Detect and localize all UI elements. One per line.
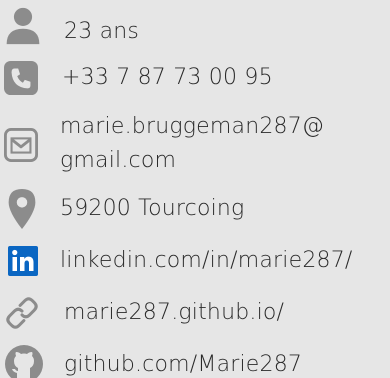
contact-linkedin-row: linkedin.com/in/marie287/ bbox=[0, 242, 390, 282]
contact-email-row: marie.bruggeman287@ gmail.com bbox=[0, 110, 390, 186]
location-text: 59200 Tourcoing bbox=[60, 196, 245, 221]
github-icon bbox=[5, 345, 43, 378]
email-line-1[interactable]: marie.bruggeman287@ bbox=[60, 110, 324, 144]
linkedin-link[interactable]: linkedin.com/in/marie287/ bbox=[60, 244, 353, 278]
link-icon bbox=[6, 297, 38, 329]
contact-github-row: github.com/Marie287 bbox=[0, 342, 390, 378]
email-line-2[interactable]: gmail.com bbox=[60, 144, 176, 178]
linkedin-icon bbox=[8, 246, 38, 276]
contact-website-row: marie287.github.io/ bbox=[0, 292, 390, 334]
github-link[interactable]: github.com/Marie287 bbox=[64, 348, 302, 378]
website-link[interactable]: marie287.github.io/ bbox=[64, 296, 284, 330]
envelope-icon bbox=[4, 128, 38, 162]
contact-phone-row: +33 7 87 73 00 95 bbox=[0, 56, 390, 100]
phone-icon bbox=[4, 61, 38, 95]
contact-age-row: 23 ans bbox=[0, 0, 390, 48]
map-pin-icon bbox=[8, 188, 36, 230]
age-text: 23 ans bbox=[64, 19, 140, 44]
person-icon bbox=[6, 7, 40, 45]
phone-number[interactable]: +33 7 87 73 00 95 bbox=[62, 61, 273, 95]
contact-location-row: 59200 Tourcoing bbox=[0, 186, 390, 234]
